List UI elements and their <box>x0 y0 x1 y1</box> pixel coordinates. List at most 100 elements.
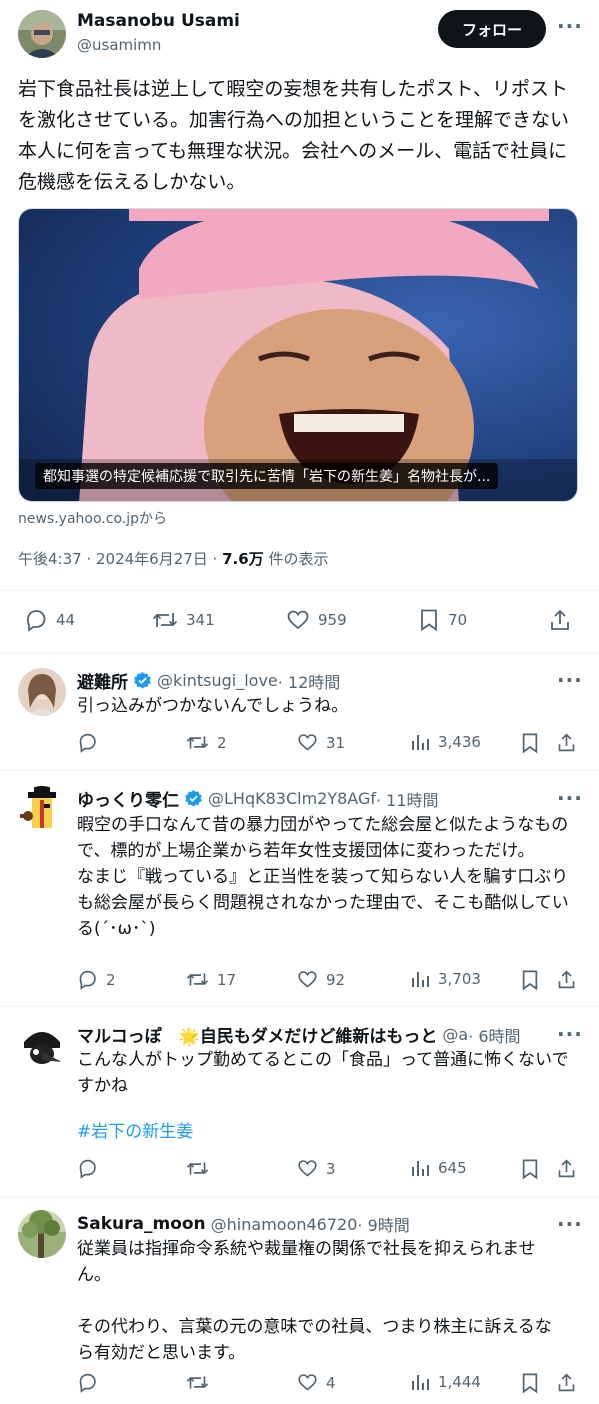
card-title: 都知事選の特定候補応援で取引先に苦情「岩下の新生姜」名物社長が... <box>43 469 491 485</box>
like-count: 959 <box>318 611 347 629</box>
reply-author-handle[interactable]: @hinamoon46720 <box>211 1215 358 1234</box>
repost-button[interactable] <box>186 1158 217 1179</box>
like-button[interactable]: 3 <box>297 1158 336 1179</box>
like-button[interactable]: 4 <box>297 1372 336 1393</box>
repost-icon <box>186 736 209 749</box>
views-label: 件の表示 <box>263 550 329 568</box>
like-button[interactable]: 959 <box>286 608 347 632</box>
reply-author-handle[interactable]: @kintsugi_love <box>157 671 278 690</box>
views-icon <box>412 1161 429 1176</box>
reply-button[interactable] <box>77 1372 106 1393</box>
reply-time[interactable]: · 11時間 <box>376 787 439 811</box>
divider <box>0 1006 599 1007</box>
reply-author-handle[interactable]: @a <box>442 1025 468 1044</box>
views-count: 3,703 <box>438 970 481 988</box>
bookmark-icon <box>522 970 538 991</box>
post-meta: 午後4:37 · 2024年6月27日 · 7.6万 件の表示 <box>18 548 328 569</box>
reply-text: 暇空の手口なんて昔の暴力団がやってた総会屋と似たようなもので、標的が上場企業から… <box>77 815 569 939</box>
like-count: 3 <box>326 1159 336 1178</box>
views-icon <box>412 1375 429 1390</box>
reply-time[interactable]: · 12時間 <box>278 669 341 693</box>
repost-icon <box>152 613 178 627</box>
bookmark-icon <box>522 733 538 754</box>
share-button[interactable] <box>548 608 572 632</box>
reply-text: 従業員は指揮命令系統や裁量権の関係で社長を抑えられません。 その代わり、言葉の元… <box>77 1239 552 1363</box>
reply-button[interactable]: 2 <box>77 969 116 990</box>
hashtag-link[interactable]: #岩下の新生姜 <box>77 1119 193 1145</box>
reply-count: 2 <box>106 970 116 989</box>
more-icon[interactable]: ··· <box>557 14 583 38</box>
divider <box>0 590 599 591</box>
divider <box>0 1196 599 1197</box>
share-icon <box>558 970 575 989</box>
bookmark-count: 70 <box>448 611 468 629</box>
like-icon <box>298 1160 317 1177</box>
views-button[interactable]: 3,436 <box>410 732 481 752</box>
share-button[interactable] <box>556 732 577 753</box>
reply-author-name[interactable]: 避難所 <box>77 668 128 693</box>
more-icon[interactable]: ··· <box>557 1022 583 1046</box>
reply-button[interactable] <box>77 1158 106 1179</box>
post-timestamp[interactable]: 午後4:37 · 2024年6月27日 · <box>18 550 222 568</box>
author-handle[interactable]: @usamimn <box>77 36 161 54</box>
repost-button[interactable]: 341 <box>152 608 215 632</box>
reply-icon <box>79 733 96 753</box>
card-source[interactable]: news.yahoo.co.jpから <box>18 508 167 528</box>
reply-time[interactable]: · 9時間 <box>357 1212 409 1236</box>
repost-button[interactable]: 2 <box>186 732 227 753</box>
reply-avatar[interactable] <box>18 1022 66 1070</box>
repost-icon <box>186 1376 209 1389</box>
views-icon <box>412 735 429 750</box>
like-count: 4 <box>326 1373 336 1392</box>
like-button[interactable]: 31 <box>297 732 345 753</box>
more-icon[interactable]: ··· <box>557 1212 583 1236</box>
verified-icon <box>185 789 202 807</box>
reply-avatar[interactable] <box>18 668 66 716</box>
views-button[interactable]: 3,703 <box>410 969 481 989</box>
repost-icon <box>186 1162 209 1175</box>
share-button[interactable] <box>556 1372 577 1393</box>
views-count: 7.6万 <box>222 550 264 568</box>
bookmark-button[interactable] <box>520 1158 540 1180</box>
reply-author-name[interactable]: Sakura_moon <box>77 1214 206 1234</box>
like-icon <box>298 971 317 988</box>
reply-button[interactable] <box>77 732 106 753</box>
bookmark-button[interactable] <box>520 732 540 754</box>
reply-button[interactable]: 44 <box>24 608 75 632</box>
divider <box>0 770 599 771</box>
share-button[interactable] <box>556 969 577 990</box>
reply-author-name[interactable]: マルコっぽ 🌟自民もダメだけど維新はもっと <box>77 1022 437 1047</box>
share-button[interactable] <box>556 1158 577 1179</box>
views-button[interactable]: 645 <box>410 1158 467 1178</box>
bookmark-button[interactable] <box>520 969 540 991</box>
card-title-overlay: 都知事選の特定候補応援で取引先に苦情「岩下の新生姜」名物社長が... <box>35 463 499 489</box>
bookmark-icon <box>421 609 437 632</box>
follow-button-label: フォロー <box>461 20 522 39</box>
bookmark-button[interactable]: 70 <box>418 608 467 632</box>
more-icon[interactable]: ··· <box>557 786 583 810</box>
reply-icon <box>79 1159 96 1179</box>
reply-text: こんな人がトップ勤めてるとこの「食品」って普通に怖くないですかね <box>77 1050 569 1096</box>
views-count: 3,436 <box>438 733 481 751</box>
bookmark-button[interactable] <box>520 1372 540 1394</box>
share-icon <box>558 733 575 752</box>
reply-author-name[interactable]: ゆっくり零仁 <box>77 786 179 811</box>
reply-icon <box>27 610 46 632</box>
verified-icon <box>134 671 151 689</box>
like-button[interactable]: 92 <box>297 969 345 990</box>
views-button[interactable]: 1,444 <box>410 1372 481 1392</box>
link-card[interactable]: 都知事選の特定候補応援で取引先に苦情「岩下の新生姜」名物社長が... <box>18 208 578 502</box>
author-name[interactable]: Masanobu Usami <box>77 11 240 31</box>
repost-button[interactable] <box>186 1372 217 1393</box>
like-icon <box>298 734 317 751</box>
repost-button[interactable]: 17 <box>186 969 236 990</box>
reply-avatar[interactable] <box>18 1210 66 1258</box>
reply-time[interactable]: · 6時間 <box>468 1023 520 1047</box>
follow-button[interactable]: フォロー <box>438 10 546 48</box>
like-icon <box>287 610 309 630</box>
more-icon[interactable]: ··· <box>557 668 583 692</box>
author-avatar[interactable] <box>18 10 66 58</box>
card-image <box>19 209 577 501</box>
reply-avatar[interactable] <box>18 786 66 834</box>
reply-author-handle[interactable]: @LHqK83Clm2Y8AGf <box>208 789 376 808</box>
